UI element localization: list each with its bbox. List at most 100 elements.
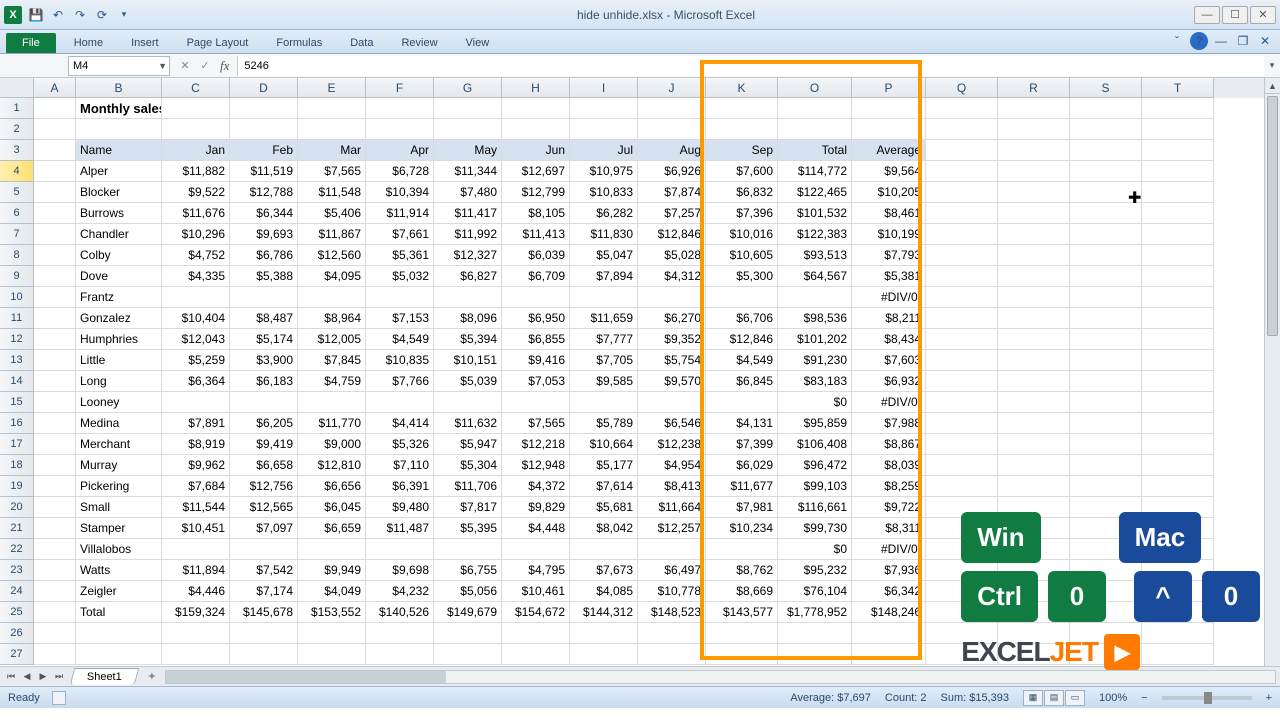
cell[interactable] [1070, 119, 1142, 140]
cell[interactable] [298, 623, 366, 644]
cell[interactable]: $6,029 [706, 455, 778, 476]
cell[interactable]: $7,817 [434, 497, 502, 518]
column-header[interactable]: R [998, 78, 1070, 98]
cell[interactable] [298, 119, 366, 140]
help-icon[interactable]: ? [1190, 32, 1208, 50]
cell[interactable] [162, 392, 230, 413]
row-header[interactable]: 11 [0, 308, 34, 329]
cell[interactable] [998, 434, 1070, 455]
cell[interactable]: Stamper [76, 518, 162, 539]
cell[interactable]: $6,282 [570, 203, 638, 224]
ribbon-tab-view[interactable]: View [452, 33, 504, 53]
cell[interactable] [998, 140, 1070, 161]
cell[interactable]: $11,867 [298, 224, 366, 245]
row-header[interactable]: 4 [0, 161, 34, 182]
prev-sheet-icon[interactable]: ◀ [20, 670, 34, 684]
doc-close-icon[interactable]: ✕ [1256, 32, 1274, 50]
cell[interactable] [34, 266, 76, 287]
cell[interactable]: $5,032 [366, 266, 434, 287]
cell[interactable] [926, 119, 998, 140]
cell[interactable]: $10,605 [706, 245, 778, 266]
cell[interactable]: $11,519 [230, 161, 298, 182]
cell[interactable] [502, 539, 570, 560]
cell[interactable] [852, 623, 926, 644]
row-header[interactable]: 22 [0, 539, 34, 560]
cell[interactable]: $12,846 [706, 329, 778, 350]
cell[interactable]: $4,549 [706, 350, 778, 371]
cell[interactable] [34, 539, 76, 560]
column-header[interactable]: T [1142, 78, 1214, 98]
cell[interactable]: $8,311 [852, 518, 926, 539]
cell[interactable]: $9,829 [502, 497, 570, 518]
select-all-corner[interactable] [0, 78, 34, 98]
scroll-thumb[interactable] [1267, 96, 1278, 336]
cell[interactable]: $10,404 [162, 308, 230, 329]
cell[interactable] [34, 182, 76, 203]
maximize-button[interactable]: ☐ [1222, 6, 1248, 24]
cell[interactable]: $7,981 [706, 497, 778, 518]
cell[interactable]: $6,364 [162, 371, 230, 392]
cell[interactable]: $8,487 [230, 308, 298, 329]
cell[interactable] [1070, 98, 1142, 119]
h-scroll-thumb[interactable] [166, 671, 446, 683]
cell[interactable]: $0 [778, 539, 852, 560]
cell[interactable]: $9,962 [162, 455, 230, 476]
cell[interactable] [852, 98, 926, 119]
cell[interactable] [34, 560, 76, 581]
cell[interactable] [162, 623, 230, 644]
cell[interactable]: $12,043 [162, 329, 230, 350]
cell[interactable]: Little [76, 350, 162, 371]
cell[interactable]: $7,845 [298, 350, 366, 371]
cell[interactable]: $8,039 [852, 455, 926, 476]
redo-icon[interactable]: ↷ [70, 5, 90, 25]
cell[interactable]: $6,497 [638, 560, 706, 581]
cell[interactable]: $7,174 [230, 581, 298, 602]
row-header[interactable]: 12 [0, 329, 34, 350]
cell[interactable]: $7,766 [366, 371, 434, 392]
cell[interactable]: $10,199 [852, 224, 926, 245]
cell[interactable]: $8,867 [852, 434, 926, 455]
cell[interactable]: $6,270 [638, 308, 706, 329]
cell[interactable]: Total [76, 602, 162, 623]
cell[interactable]: $149,679 [434, 602, 502, 623]
ribbon-tab-page-layout[interactable]: Page Layout [173, 33, 263, 53]
cell[interactable]: $101,532 [778, 203, 852, 224]
cell[interactable]: $3,900 [230, 350, 298, 371]
cell[interactable] [570, 644, 638, 665]
cell[interactable] [706, 392, 778, 413]
row-header[interactable]: 6 [0, 203, 34, 224]
cell[interactable] [34, 329, 76, 350]
cell[interactable] [1142, 98, 1214, 119]
cell[interactable] [998, 455, 1070, 476]
cell[interactable]: $8,413 [638, 476, 706, 497]
cell[interactable] [34, 518, 76, 539]
cell[interactable] [926, 266, 998, 287]
cell[interactable]: $12,565 [230, 497, 298, 518]
cell[interactable]: $9,693 [230, 224, 298, 245]
cell[interactable]: $11,676 [162, 203, 230, 224]
cell[interactable] [34, 287, 76, 308]
row-header[interactable]: 7 [0, 224, 34, 245]
cell[interactable] [1070, 245, 1142, 266]
cell[interactable] [778, 119, 852, 140]
cell[interactable] [1142, 245, 1214, 266]
row-header[interactable]: 15 [0, 392, 34, 413]
cell[interactable]: Frantz [76, 287, 162, 308]
row-header[interactable]: 19 [0, 476, 34, 497]
cell[interactable]: $5,406 [298, 203, 366, 224]
cell[interactable]: $8,105 [502, 203, 570, 224]
cell[interactable] [706, 119, 778, 140]
cell[interactable] [1070, 350, 1142, 371]
cell[interactable]: Sep [706, 140, 778, 161]
cell[interactable] [706, 644, 778, 665]
undo-icon[interactable]: ↶ [48, 5, 68, 25]
cell[interactable] [998, 161, 1070, 182]
cell[interactable] [502, 623, 570, 644]
cell[interactable] [34, 434, 76, 455]
cell[interactable] [778, 644, 852, 665]
cell[interactable] [570, 623, 638, 644]
cell[interactable]: $5,300 [706, 266, 778, 287]
cell[interactable] [1142, 413, 1214, 434]
cell[interactable]: Gonzalez [76, 308, 162, 329]
cell[interactable]: Pickering [76, 476, 162, 497]
